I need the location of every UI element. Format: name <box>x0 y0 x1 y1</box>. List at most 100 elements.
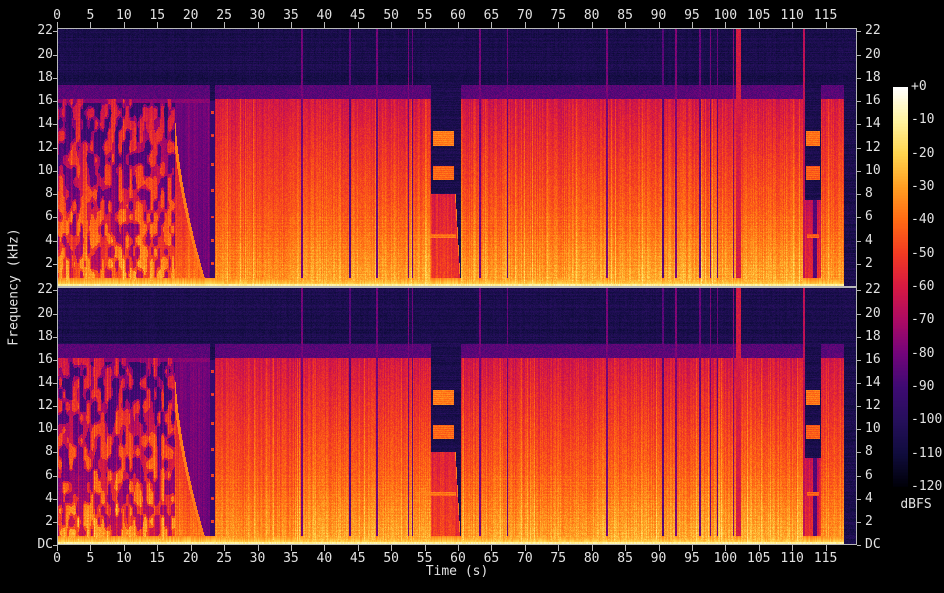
time-tick-mark <box>725 545 726 551</box>
freq-tick-mark <box>857 124 861 125</box>
freq-tick-mark <box>53 429 57 430</box>
freq-tick-label: 8 <box>865 445 905 458</box>
freq-tick-mark <box>53 148 57 149</box>
freq-tick-label: 6 <box>865 210 905 223</box>
time-tick-mark <box>592 22 593 28</box>
time-tick-mark <box>258 22 259 28</box>
time-tick-mark <box>324 22 325 28</box>
freq-tick-mark <box>857 452 861 453</box>
freq-tick-label: DC <box>18 538 53 551</box>
time-tick-mark <box>525 22 526 28</box>
time-tick-mark <box>425 545 426 551</box>
x-axis-label: Time (s) <box>426 564 489 579</box>
spectrogram-figure: Frequency (kHz) Time (s) dBFS 0055101015… <box>0 0 944 593</box>
freq-tick-mark <box>53 241 57 242</box>
freq-tick-label: 12 <box>18 141 53 154</box>
freq-tick-mark <box>857 337 861 338</box>
time-tick-mark <box>458 545 459 551</box>
time-tick-mark <box>358 545 359 551</box>
time-tick-mark <box>525 545 526 551</box>
colorbar-tick-label: -10 <box>911 113 934 126</box>
freq-tick-mark <box>53 290 57 291</box>
time-tick-mark <box>592 545 593 551</box>
freq-tick-mark <box>53 406 57 407</box>
freq-tick-label: 18 <box>18 71 53 84</box>
time-tick-mark <box>90 545 91 551</box>
freq-tick-label: 8 <box>865 187 905 200</box>
time-tick-mark <box>391 545 392 551</box>
spectrogram-channel-2 <box>57 287 857 545</box>
time-tick-mark <box>558 22 559 28</box>
freq-tick-mark <box>857 171 861 172</box>
time-tick-mark <box>759 22 760 28</box>
colorbar-tick-label: -30 <box>911 180 934 193</box>
freq-tick-mark <box>857 429 861 430</box>
time-tick-mark <box>692 22 693 28</box>
time-tick-mark <box>157 22 158 28</box>
freq-tick-label: DC <box>865 538 905 551</box>
freq-tick-label: 22 <box>865 283 905 296</box>
colorbar-tick-label: -40 <box>911 213 934 226</box>
time-tick-mark <box>458 22 459 28</box>
freq-tick-mark <box>53 78 57 79</box>
colorbar-tick-label: -20 <box>911 147 934 160</box>
freq-tick-label: 2 <box>865 515 905 528</box>
freq-tick-mark <box>53 452 57 453</box>
freq-tick-label: 6 <box>18 210 53 223</box>
time-tick-mark <box>324 545 325 551</box>
freq-tick-label: 14 <box>865 376 905 389</box>
freq-tick-label: 18 <box>18 330 53 343</box>
freq-tick-mark <box>857 545 861 546</box>
freq-tick-label: 18 <box>865 330 905 343</box>
freq-tick-label: 16 <box>865 94 905 107</box>
time-tick-label: 115 <box>806 552 846 565</box>
time-tick-mark <box>291 22 292 28</box>
freq-tick-label: 20 <box>18 48 53 61</box>
freq-tick-label: 14 <box>865 117 905 130</box>
spectrogram-channel-1 <box>57 28 857 287</box>
time-tick-mark <box>491 22 492 28</box>
freq-tick-mark <box>857 522 861 523</box>
freq-tick-label: 8 <box>18 445 53 458</box>
freq-tick-label: 10 <box>18 164 53 177</box>
freq-tick-mark <box>53 499 57 500</box>
time-tick-mark <box>625 22 626 28</box>
colorbar-tick-label: +0 <box>911 80 927 93</box>
freq-tick-mark <box>53 171 57 172</box>
freq-tick-mark <box>53 264 57 265</box>
time-tick-mark <box>792 545 793 551</box>
freq-tick-mark <box>53 522 57 523</box>
time-tick-mark <box>491 545 492 551</box>
time-tick-mark <box>57 545 58 551</box>
time-tick-mark <box>291 545 292 551</box>
freq-tick-label: 12 <box>18 399 53 412</box>
freq-tick-mark <box>857 148 861 149</box>
freq-tick-mark <box>53 194 57 195</box>
freq-tick-mark <box>857 31 861 32</box>
freq-tick-label: 2 <box>865 257 905 270</box>
time-tick-mark <box>725 22 726 28</box>
time-tick-mark <box>224 22 225 28</box>
freq-tick-label: 20 <box>865 48 905 61</box>
freq-tick-mark <box>53 314 57 315</box>
time-tick-mark <box>826 22 827 28</box>
freq-tick-label: 2 <box>18 515 53 528</box>
freq-tick-label: 16 <box>18 94 53 107</box>
freq-tick-mark <box>857 264 861 265</box>
freq-tick-label: 22 <box>18 283 53 296</box>
freq-tick-label: 10 <box>865 422 905 435</box>
freq-tick-mark <box>53 217 57 218</box>
time-tick-mark <box>659 545 660 551</box>
freq-tick-mark <box>857 101 861 102</box>
colorbar-tick-label: -60 <box>911 280 934 293</box>
freq-tick-label: 22 <box>865 24 905 37</box>
time-tick-mark <box>157 545 158 551</box>
freq-tick-label: 14 <box>18 117 53 130</box>
time-tick-mark <box>792 22 793 28</box>
freq-tick-label: 6 <box>865 469 905 482</box>
colorbar-tick-label: -70 <box>911 313 934 326</box>
freq-tick-mark <box>53 55 57 56</box>
freq-tick-mark <box>53 124 57 125</box>
time-tick-mark <box>224 545 225 551</box>
time-tick-label: 115 <box>806 9 846 22</box>
